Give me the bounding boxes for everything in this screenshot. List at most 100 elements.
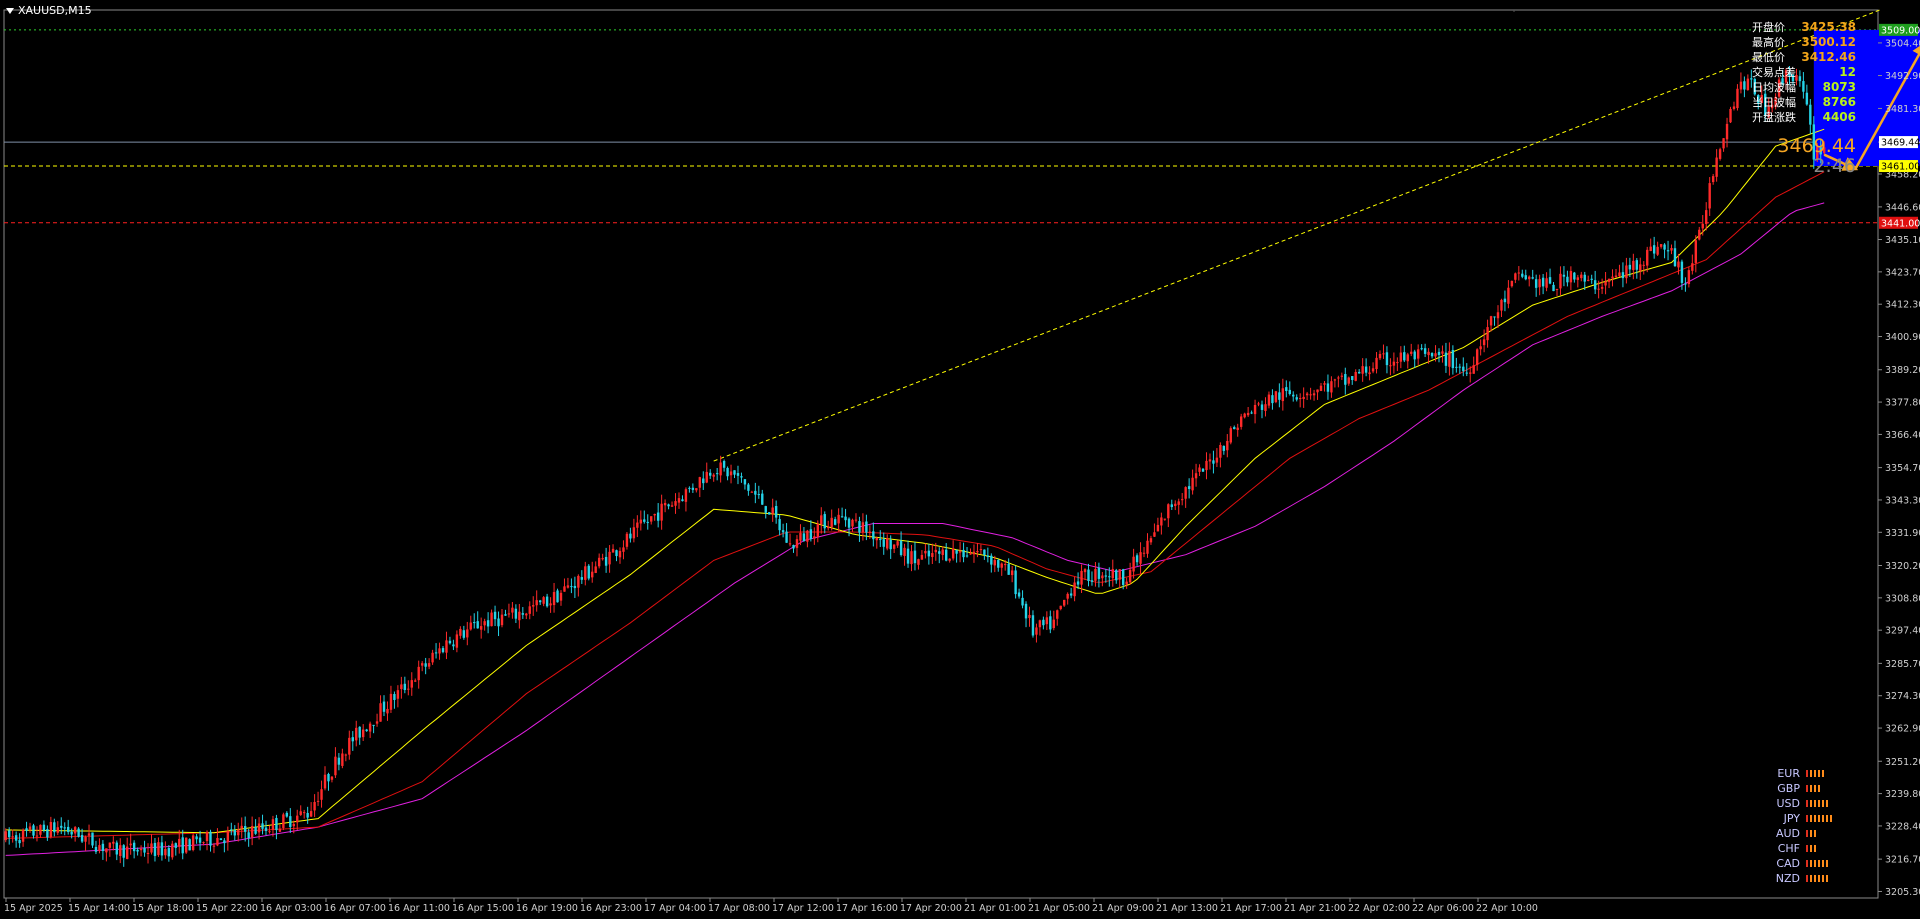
candle[interactable]	[1382, 344, 1385, 359]
candle[interactable]	[1652, 236, 1656, 259]
candle[interactable]	[431, 649, 434, 665]
candle[interactable]	[223, 838, 226, 853]
candle[interactable]	[261, 814, 264, 835]
candle[interactable]	[330, 775, 334, 783]
candle[interactable]	[1153, 523, 1156, 537]
candle[interactable]	[958, 541, 962, 563]
candle[interactable]	[427, 658, 431, 670]
candle[interactable]	[1448, 342, 1451, 376]
candle[interactable]	[1600, 278, 1604, 294]
candle[interactable]	[1708, 177, 1711, 216]
candle[interactable]	[722, 459, 726, 472]
candle[interactable]	[1260, 400, 1264, 419]
candle[interactable]	[1430, 352, 1434, 359]
candle[interactable]	[1101, 571, 1104, 587]
candle[interactable]	[1444, 342, 1448, 373]
candle[interactable]	[365, 728, 368, 732]
candle[interactable]	[1229, 426, 1232, 445]
candle[interactable]	[1410, 343, 1413, 357]
candle[interactable]	[1167, 503, 1170, 528]
candle[interactable]	[275, 814, 278, 840]
candle[interactable]	[479, 617, 483, 639]
candle[interactable]	[1500, 298, 1503, 318]
candle[interactable]	[1337, 375, 1340, 388]
candle[interactable]	[1368, 366, 1371, 381]
candle[interactable]	[1239, 413, 1243, 430]
candle[interactable]	[542, 596, 545, 607]
candle[interactable]	[1517, 266, 1521, 281]
candle[interactable]	[778, 514, 781, 536]
candle[interactable]	[1132, 548, 1135, 579]
candle[interactable]	[650, 516, 653, 525]
candle[interactable]	[712, 473, 715, 482]
candle[interactable]	[1253, 399, 1257, 424]
candle[interactable]	[247, 828, 250, 847]
candle[interactable]	[1111, 559, 1114, 587]
candle[interactable]	[1208, 453, 1212, 470]
candle[interactable]	[774, 500, 778, 524]
candle[interactable]	[1135, 553, 1139, 566]
candle[interactable]	[1045, 611, 1049, 631]
candle[interactable]	[1128, 562, 1132, 585]
candle[interactable]	[979, 544, 983, 555]
candle[interactable]	[1746, 74, 1750, 91]
candle[interactable]	[181, 829, 184, 860]
candle[interactable]	[4, 828, 7, 843]
candle[interactable]	[1319, 382, 1323, 392]
candle[interactable]	[709, 469, 712, 479]
candle[interactable]	[927, 543, 931, 565]
ma-mid-line[interactable]	[5, 171, 1825, 839]
candle[interactable]	[11, 829, 14, 843]
candle[interactable]	[1725, 117, 1729, 148]
candle[interactable]	[115, 840, 118, 861]
candle[interactable]	[396, 685, 400, 708]
candle[interactable]	[337, 753, 341, 771]
candle[interactable]	[601, 553, 604, 561]
candle[interactable]	[1298, 393, 1302, 408]
candle[interactable]	[91, 832, 94, 848]
ma-fast-line[interactable]	[5, 128, 1825, 834]
candle[interactable]	[594, 561, 597, 574]
candle[interactable]	[1000, 562, 1003, 576]
candle[interactable]	[1739, 72, 1743, 94]
candle[interactable]	[1062, 599, 1066, 607]
candle[interactable]	[667, 503, 670, 510]
candle[interactable]	[1333, 378, 1337, 388]
candle[interactable]	[1097, 562, 1101, 588]
candle[interactable]	[1302, 387, 1305, 408]
candle[interactable]	[566, 577, 570, 589]
candle[interactable]	[920, 550, 924, 560]
candle[interactable]	[945, 543, 948, 562]
candle[interactable]	[872, 522, 875, 547]
candle[interactable]	[1215, 448, 1219, 467]
candle[interactable]	[1507, 280, 1510, 309]
candle[interactable]	[1069, 587, 1073, 599]
candle[interactable]	[1385, 346, 1389, 374]
candle[interactable]	[1666, 240, 1670, 261]
candle[interactable]	[84, 835, 87, 851]
candle[interactable]	[983, 549, 986, 560]
candle[interactable]	[1257, 401, 1260, 407]
candle[interactable]	[452, 639, 455, 651]
candle[interactable]	[122, 844, 125, 867]
candle[interactable]	[615, 549, 618, 562]
candle[interactable]	[348, 730, 351, 760]
candle[interactable]	[896, 540, 899, 548]
candle[interactable]	[473, 613, 476, 629]
candle[interactable]	[1309, 387, 1312, 400]
candle[interactable]	[726, 466, 729, 481]
candle[interactable]	[1684, 277, 1687, 292]
candle[interactable]	[1396, 357, 1399, 372]
candle[interactable]	[899, 531, 903, 557]
candle[interactable]	[715, 468, 719, 481]
candle[interactable]	[1056, 609, 1059, 626]
candle[interactable]	[1656, 241, 1659, 257]
candle[interactable]	[101, 840, 105, 860]
candle[interactable]	[951, 540, 955, 561]
candle[interactable]	[1670, 244, 1673, 255]
candle[interactable]	[1493, 316, 1496, 326]
candle[interactable]	[1545, 272, 1548, 292]
candle[interactable]	[507, 603, 511, 618]
candle[interactable]	[282, 812, 285, 831]
candle[interactable]	[1524, 269, 1527, 281]
